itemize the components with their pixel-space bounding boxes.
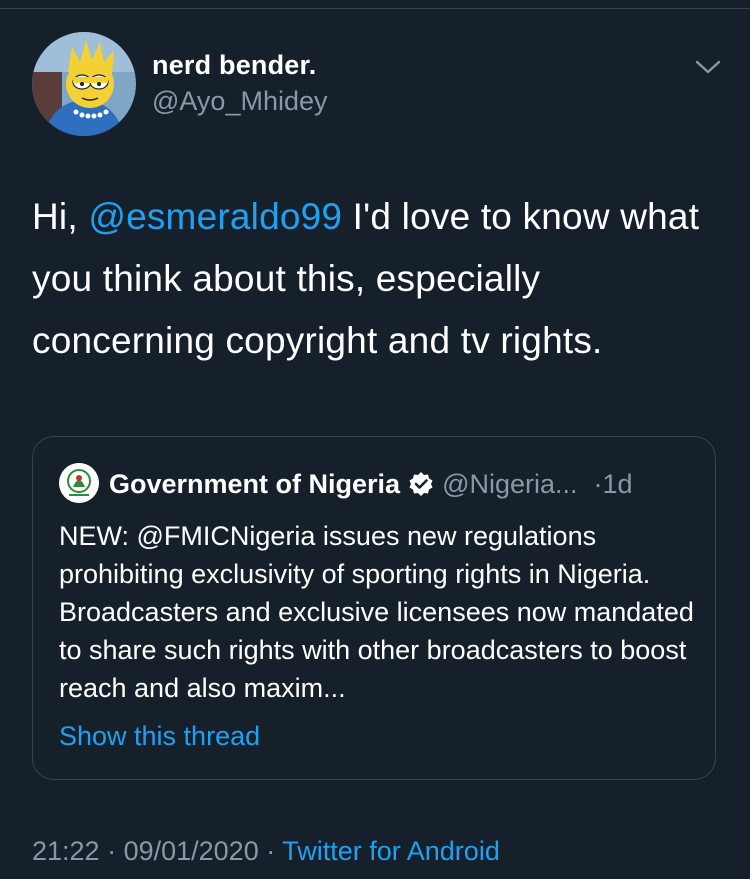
tweet-date: 09/01/2020: [123, 836, 259, 866]
quoted-author-avatar[interactable]: [59, 463, 99, 503]
author-handle[interactable]: @Ayo_Mhidey: [152, 86, 328, 117]
tweet-time: 21:22: [32, 836, 100, 866]
meta-separator-2: ·: [258, 836, 283, 866]
quoted-tweet-header: Government of Nigeria @Nigeria... ·1d: [109, 467, 633, 501]
author-avatar[interactable]: [32, 32, 136, 136]
verified-badge-icon: [408, 471, 434, 497]
quoted-author-handle[interactable]: @Nigeria...: [442, 469, 577, 499]
tweet-text-prefix: Hi,: [32, 196, 89, 237]
mention-link[interactable]: @esmeraldo99: [88, 196, 342, 237]
top-divider: [0, 8, 750, 9]
quoted-tweet-text: NEW: @FMICNigeria issues new regulations…: [59, 521, 694, 703]
chevron-down-icon[interactable]: [694, 56, 722, 78]
tweet-text: Hi, @esmeraldo99 I'd love to know what y…: [32, 186, 722, 372]
quoted-author-name[interactable]: Government of Nigeria: [109, 469, 400, 499]
author-name[interactable]: nerd bender.: [152, 50, 316, 81]
quoted-tweet-age: 1d: [602, 469, 633, 499]
quoted-separator: ·: [593, 469, 603, 499]
show-thread-link[interactable]: Show this thread: [59, 721, 260, 752]
meta-separator: ·: [99, 836, 124, 866]
tweet-source-link[interactable]: Twitter for Android: [282, 836, 500, 866]
tweet-metadata: 21:22 · 09/01/2020 · Twitter for Android: [32, 836, 500, 867]
quoted-tweet-card[interactable]: Government of Nigeria @Nigeria... ·1d NEW:…: [32, 436, 716, 780]
